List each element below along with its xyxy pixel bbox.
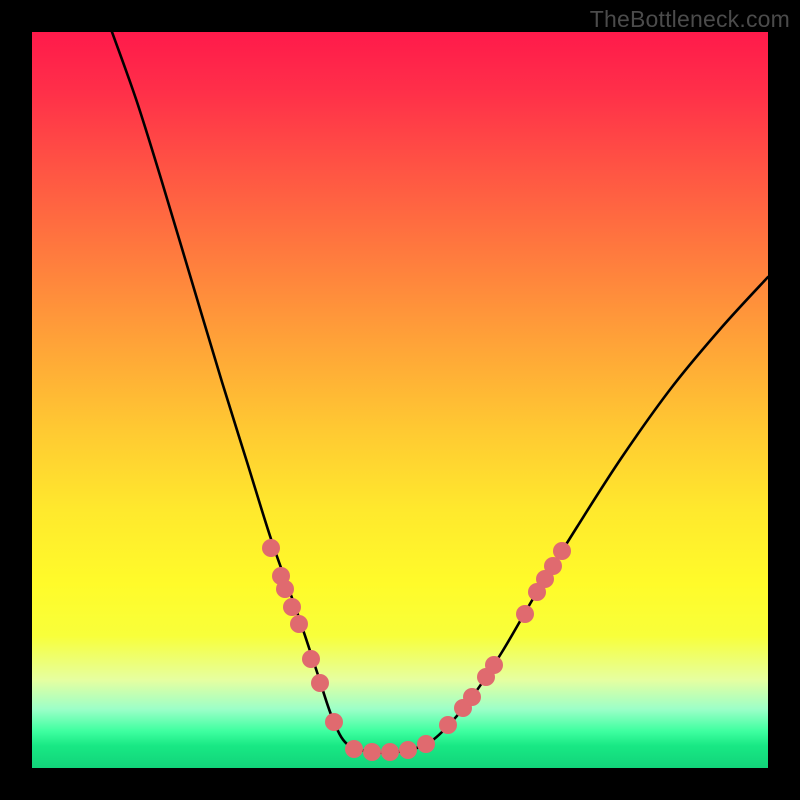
data-marker <box>381 743 399 761</box>
plot-area <box>32 32 768 768</box>
data-marker <box>485 656 503 674</box>
data-marker <box>399 741 417 759</box>
data-marker <box>544 557 562 575</box>
data-markers <box>32 32 768 768</box>
data-marker <box>516 605 534 623</box>
data-marker <box>439 716 457 734</box>
data-marker <box>276 580 294 598</box>
attribution-text: TheBottleneck.com <box>590 6 790 33</box>
data-marker <box>302 650 320 668</box>
chart-stage: TheBottleneck.com <box>0 0 800 800</box>
marker-group <box>262 539 571 761</box>
data-marker <box>417 735 435 753</box>
data-marker <box>311 674 329 692</box>
data-marker <box>262 539 280 557</box>
data-marker <box>345 740 363 758</box>
data-marker <box>463 688 481 706</box>
data-marker <box>363 743 381 761</box>
data-marker <box>325 713 343 731</box>
data-marker <box>283 598 301 616</box>
data-marker <box>290 615 308 633</box>
data-marker <box>553 542 571 560</box>
